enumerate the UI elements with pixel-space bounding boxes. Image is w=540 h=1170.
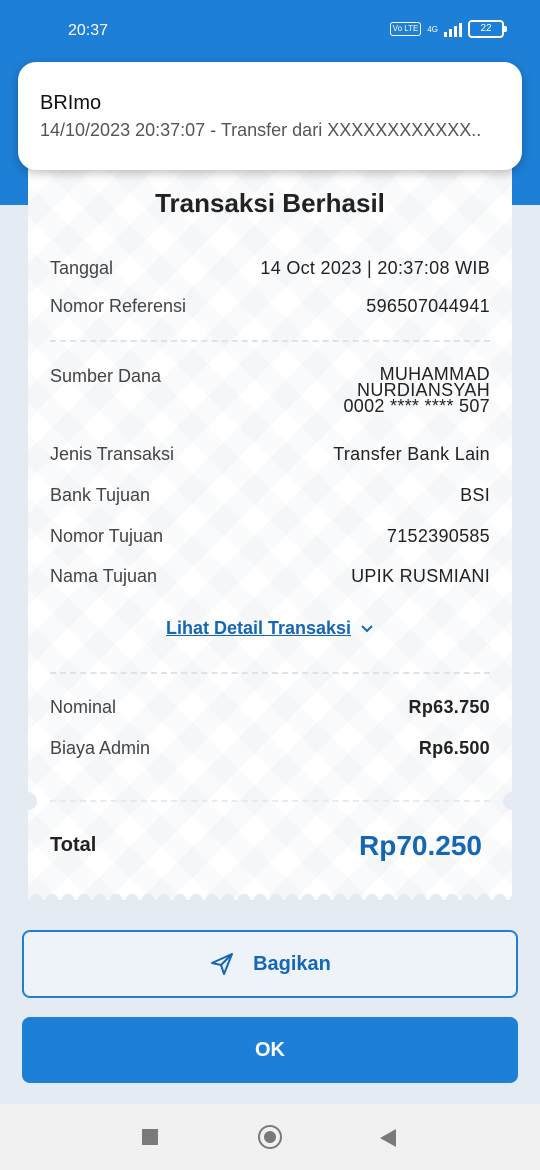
chevron-down-icon bbox=[361, 625, 373, 633]
divider bbox=[50, 672, 490, 674]
sumber-dana-value: MUHAMMAD NURDIANSYAH 0002 **** **** 507 bbox=[343, 365, 490, 416]
nomor-tujuan-label: Nomor Tujuan bbox=[50, 526, 164, 546]
status-icons: Vo LTE 4G 22 bbox=[389, 20, 507, 38]
receipt-zigzag-edge bbox=[28, 890, 512, 900]
biaya-admin-value: Rp6.500 bbox=[418, 738, 490, 758]
row-tanggal: Tanggal 14 Oct 2023 | 20:37:08 WIB bbox=[50, 258, 490, 279]
total-label: Total bbox=[50, 834, 97, 856]
nama-tujuan-value: UPIK RUSMIANI bbox=[351, 566, 490, 586]
status-bar: 20:37 Vo LTE 4G 22 bbox=[0, 0, 540, 62]
nomor-tujuan-value: 7152390585 bbox=[386, 526, 490, 546]
recent-apps-icon[interactable] bbox=[142, 1129, 158, 1145]
biaya-admin-label: Biaya Admin bbox=[50, 738, 151, 758]
ok-button-label: OK bbox=[255, 1038, 285, 1061]
nomor-referensi-label: Nomor Referensi bbox=[50, 296, 187, 316]
bri-watermark bbox=[28, 140, 512, 900]
volte-icon: Vo LTE bbox=[389, 22, 422, 36]
row-nomor-tujuan: Nomor Tujuan 7152390585 bbox=[50, 526, 490, 547]
nomor-referensi-value: 596507044941 bbox=[366, 296, 490, 316]
jenis-transaksi-value: Transfer Bank Lain bbox=[333, 444, 490, 464]
nama-tujuan-label: Nama Tujuan bbox=[50, 566, 158, 586]
share-button[interactable]: Bagikan bbox=[22, 930, 518, 998]
row-nama-tujuan: Nama Tujuan UPIK RUSMIANI bbox=[50, 566, 490, 587]
nominal-label: Nominal bbox=[50, 697, 117, 717]
divider bbox=[50, 800, 490, 802]
sumber-dana-label: Sumber Dana bbox=[50, 366, 162, 386]
nominal-value: Rp63.750 bbox=[408, 697, 490, 717]
sumber-dana-account: 0002 **** **** 507 bbox=[343, 396, 490, 416]
network-type-icon: 4G bbox=[427, 24, 438, 34]
send-icon bbox=[211, 953, 234, 975]
detail-link-label: Lihat Detail Transaksi bbox=[165, 618, 352, 638]
home-icon[interactable] bbox=[258, 1125, 282, 1149]
jenis-transaksi-label: Jenis Transaksi bbox=[50, 444, 175, 464]
receipt-title: Transaksi Berhasil bbox=[155, 188, 385, 218]
detail-transaction-link[interactable]: Lihat Detail Transaksi bbox=[28, 618, 512, 639]
row-bank-tujuan: Bank Tujuan BSI bbox=[50, 485, 490, 506]
tanggal-value: 14 Oct 2023 | 20:37:08 WIB bbox=[260, 258, 490, 278]
row-biaya-admin: Biaya Admin Rp6.500 bbox=[50, 738, 490, 759]
row-jenis-transaksi: Jenis Transaksi Transfer Bank Lain bbox=[50, 444, 490, 465]
bank-tujuan-value: BSI bbox=[460, 485, 490, 505]
receipt-card: Transaksi Berhasil Tanggal 14 Oct 2023 |… bbox=[28, 140, 512, 900]
bank-tujuan-label: Bank Tujuan bbox=[50, 485, 151, 505]
system-nav-bar bbox=[0, 1104, 540, 1170]
divider bbox=[50, 340, 490, 342]
signal-icon bbox=[444, 21, 462, 37]
row-sumber-dana: Sumber Dana MUHAMMAD NURDIANSYAH 0002 **… bbox=[50, 365, 490, 416]
share-button-label: Bagikan bbox=[253, 952, 331, 975]
row-nominal: Nominal Rp63.750 bbox=[50, 697, 490, 718]
battery-icon: 22 bbox=[468, 20, 507, 38]
status-time: 20:37 bbox=[68, 22, 109, 39]
notification-banner[interactable]: BRImo 14/10/2023 20:37:07 - Transfer dar… bbox=[18, 62, 522, 170]
notification-app-name: BRImo bbox=[40, 92, 102, 114]
notification-text: 14/10/2023 20:37:07 - Transfer dari XXXX… bbox=[40, 120, 482, 140]
total-value: Rp70.250 bbox=[359, 830, 482, 861]
tanggal-label: Tanggal bbox=[50, 258, 114, 278]
ok-button[interactable]: OK bbox=[22, 1017, 518, 1083]
row-nomor-referensi: Nomor Referensi 596507044941 bbox=[50, 296, 490, 317]
back-icon[interactable] bbox=[380, 1129, 396, 1147]
